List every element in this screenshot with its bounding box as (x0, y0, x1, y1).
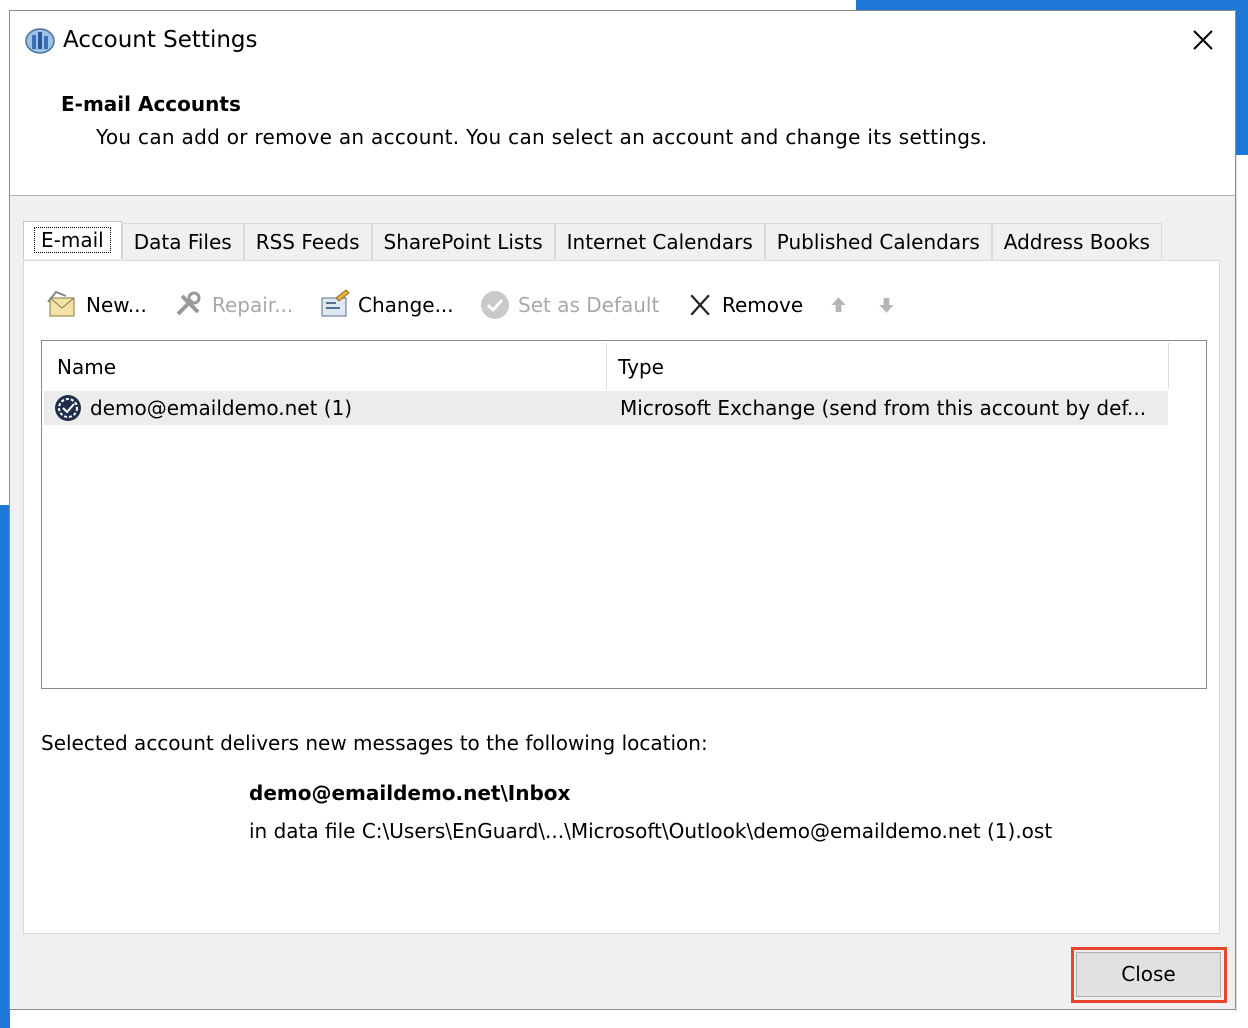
tab-sharepoint-lists[interactable]: SharePoint Lists (371, 223, 555, 259)
tools-icon (176, 291, 201, 316)
move-up-button[interactable] (830, 287, 860, 323)
tab-rss-feeds[interactable]: RSS Feeds (243, 223, 372, 259)
tab-strip: E-mail Data Files RSS Feeds SharePoint L… (23, 221, 1162, 261)
exchange-account-icon (55, 395, 81, 421)
change-button[interactable]: Change... (318, 287, 454, 323)
table-row[interactable]: demo@emaildemo.net (1) Microsoft Exchang… (44, 391, 1168, 425)
close-button[interactable]: Close (1076, 952, 1221, 997)
column-separator[interactable] (1168, 343, 1169, 389)
tab-internet-calendars[interactable]: Internet Calendars (554, 223, 765, 259)
tab-data-files[interactable]: Data Files (121, 223, 244, 259)
section-heading: E-mail Accounts (61, 92, 241, 116)
delivery-data-file: in data file C:\Users\EnGuard\...\Micros… (249, 819, 1053, 843)
arrow-down-icon (879, 297, 894, 313)
column-separator[interactable] (606, 343, 607, 389)
delivery-label: Selected account delivers new messages t… (41, 731, 708, 755)
tab-email[interactable]: E-mail (23, 221, 122, 259)
email-tab-panel: New... Repair... Change... Set as Defaul… (23, 260, 1220, 934)
move-down-button[interactable] (878, 287, 908, 323)
tab-address-books[interactable]: Address Books (991, 223, 1162, 259)
delivery-folder: demo@emaildemo.net\Inbox (249, 781, 571, 805)
close-window-icon[interactable] (1186, 23, 1220, 57)
dialog-header: Account Settings E-mail Accounts You can… (10, 11, 1235, 196)
account-settings-dialog: Account Settings E-mail Accounts You can… (9, 10, 1236, 1010)
remove-x-icon (690, 294, 710, 316)
section-description: You can add or remove an account. You ca… (96, 125, 988, 149)
accounts-list: Name Type demo@emaildemo.net (1) Microso… (41, 340, 1207, 689)
checkmark-circle-icon (481, 291, 509, 319)
set-as-default-button[interactable]: Set as Default (478, 287, 659, 323)
background-window-bottom (505, 1012, 1248, 1028)
account-name: demo@emaildemo.net (1) (90, 396, 353, 420)
account-type: Microsoft Exchange (send from this accou… (620, 396, 1147, 420)
column-header-name[interactable]: Name (57, 341, 116, 389)
new-mail-icon (47, 290, 75, 317)
tab-published-calendars[interactable]: Published Calendars (764, 223, 992, 259)
remove-button[interactable]: Remove (686, 287, 803, 323)
column-header-type[interactable]: Type (618, 341, 664, 389)
change-settings-icon (321, 289, 350, 317)
arrow-up-icon (831, 297, 846, 313)
new-account-button[interactable]: New... (46, 287, 147, 323)
background-window-edge (1236, 155, 1248, 1028)
window-title: Account Settings (63, 27, 258, 53)
repair-button[interactable]: Repair... (172, 287, 293, 323)
account-settings-icon (25, 28, 55, 54)
